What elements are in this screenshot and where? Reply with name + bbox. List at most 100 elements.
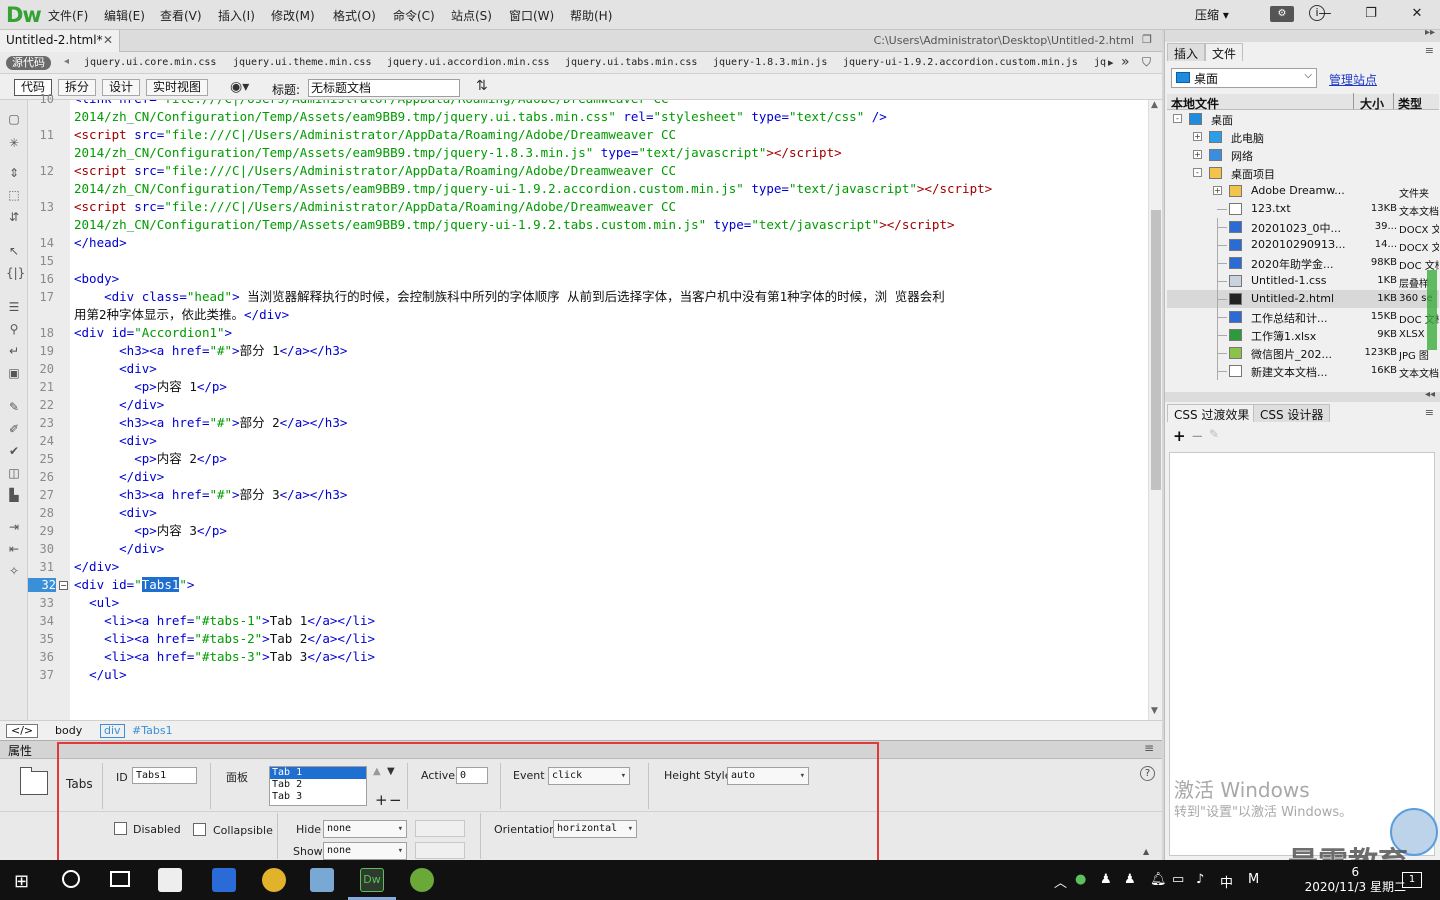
remove-transition-icon[interactable]: − [1191, 427, 1204, 445]
file-tree-scrollbar[interactable] [1427, 270, 1437, 350]
ime-mode-indicator[interactable]: M [1248, 872, 1259, 887]
menu-item[interactable]: 格式(O) [333, 7, 376, 24]
code-vertical-scrollbar[interactable]: ▲ ▼ [1148, 100, 1162, 720]
code-line[interactable]: 用第2种字体显示，依此类推。</div> [74, 306, 289, 324]
code-editor[interactable]: <link href="file:///C|/Users/Administrat… [70, 100, 1148, 720]
menu-item[interactable]: 帮助(H) [570, 7, 612, 24]
start-icon[interactable]: ⊞ [14, 871, 29, 892]
file-transfer-icon[interactable]: ⇅ [476, 78, 488, 94]
file-tree-row[interactable]: + 网络 [1167, 146, 1439, 164]
expand-all-icon[interactable]: ⇵ [6, 210, 22, 224]
collapse-selection-icon[interactable]: ⬚ [6, 188, 22, 202]
split-view-button[interactable]: 拆分 [58, 79, 97, 96]
file-tree-row[interactable]: - 桌面项目 [1167, 164, 1439, 182]
collapse-panel-icon[interactable]: ▲ [1143, 847, 1149, 856]
file-tree-row[interactable]: 工作总结和计...15KBDOC 文档 [1167, 308, 1439, 326]
breadcrumb-tabs1[interactable]: #Tabs1 [132, 724, 173, 737]
menu-item[interactable]: 窗口(W) [509, 7, 554, 24]
code-line[interactable]: <li><a href="#tabs-1">Tab 1</a></li> [74, 612, 375, 630]
menu-item[interactable]: 站点(S) [451, 7, 492, 24]
sync-icon[interactable]: ⚙ [1270, 6, 1294, 22]
related-file-tab[interactable]: jq [1094, 57, 1106, 68]
file-tree-row[interactable]: 20201023_0中... 39... DOCX 文 [1167, 218, 1439, 236]
line-numbers-icon[interactable]: ☰ [6, 300, 22, 314]
menu-item[interactable]: 编辑(E) [104, 7, 145, 24]
recent-snippets-icon[interactable]: ◫ [6, 466, 22, 480]
syntax-error-icon[interactable]: ▣ [6, 366, 22, 380]
file-tree-row[interactable]: - 桌面 [1167, 110, 1439, 128]
related-file-tab[interactable]: jquery-1.8.3.min.js [713, 57, 827, 68]
code-tag-icon[interactable]: </> [6, 724, 39, 738]
scroll-right-icon[interactable]: ▸ [1108, 56, 1114, 69]
expand-toggle-icon[interactable]: - [1193, 168, 1202, 177]
breadcrumb-div[interactable]: div [100, 724, 125, 738]
code-line[interactable]: </head> [74, 234, 127, 252]
expand-toggle-icon[interactable]: + [1213, 186, 1222, 195]
related-file-tab[interactable]: jquery-ui-1.9.2.accordion.custom.min.js [843, 57, 1078, 68]
code-line[interactable]: <h3><a href="#">部分 1</a></h3> [74, 342, 347, 360]
notification-bell-icon[interactable]: 🔔︎ [1150, 872, 1167, 887]
code-line[interactable]: </div> [74, 540, 164, 558]
remove-comment-icon[interactable]: ✐ [6, 422, 22, 436]
word-wrap-icon[interactable]: ↵ [6, 344, 22, 358]
code-line[interactable]: <script src="file:///C|/Users/Administra… [74, 198, 676, 216]
menu-item[interactable]: 插入(I) [218, 7, 255, 24]
minimize-button[interactable]: — [1302, 0, 1348, 26]
code-line[interactable]: <script src="file:///C|/Users/Administra… [74, 126, 676, 144]
file-tree-row[interactable]: 123.txt 13KB 文本文档 [1167, 200, 1439, 218]
code-line[interactable]: </div> [74, 558, 119, 576]
code-line[interactable]: 2014/zh_CN/Configuration/Temp/Assets/eam… [74, 144, 842, 162]
breadcrumb-body[interactable]: body [55, 724, 82, 737]
qq2-icon[interactable]: ♟ [1124, 872, 1136, 887]
workspace-switcher[interactable]: 压缩 ▾ [1195, 6, 1229, 23]
file-tree-row[interactable]: 微信图片_202... 123KB JPG 图 [1167, 344, 1439, 362]
action-center-icon[interactable]: 1 [1402, 872, 1422, 888]
file-tree-row[interactable]: 工作簿1.xlsx 9KB XLSX [1167, 326, 1439, 344]
code-line[interactable]: <div> [74, 432, 157, 450]
restore-doc-icon[interactable]: ❐ [1142, 33, 1152, 46]
page-title-input[interactable]: 无标题文档 [308, 79, 460, 97]
related-file-tab[interactable]: jquery.ui.core.min.css [84, 57, 216, 68]
code-line[interactable]: </div> [74, 396, 164, 414]
notepad-icon[interactable] [310, 868, 334, 892]
indent-code-icon[interactable]: ⇥ [6, 520, 22, 534]
wechat-icon[interactable]: ● [1075, 872, 1086, 887]
code-line[interactable]: <div> [74, 504, 157, 522]
expand-toggle-icon[interactable]: - [1173, 114, 1182, 123]
panel-menu-icon[interactable]: ≡ [1425, 44, 1434, 57]
scrollbar-thumb[interactable] [1151, 210, 1161, 490]
close-button[interactable]: ✕ [1394, 0, 1440, 26]
select-parent-tag-icon[interactable]: ↖ [6, 244, 22, 258]
clock[interactable]: 6 2020/11/3 星期二 [1305, 865, 1406, 895]
file-tree-row[interactable]: Untitled-2.html 1KB 360 se [1167, 290, 1439, 308]
code-line[interactable]: <ul> [74, 594, 119, 612]
related-file-tab[interactable]: jquery.ui.accordion.min.css [387, 57, 550, 68]
file-tree-row[interactable]: 2020年助学金...98KBDOC 文档 [1167, 254, 1439, 272]
code-line[interactable]: <h3><a href="#">部分 2</a></h3> [74, 414, 347, 432]
add-transition-icon[interactable]: + [1173, 427, 1186, 445]
show-code-navigator-icon[interactable]: ✳ [6, 136, 22, 150]
more-files-icon[interactable]: » [1121, 54, 1130, 70]
design-view-button[interactable]: 设计 [102, 79, 141, 96]
source-code-badge[interactable]: 源代码 [6, 56, 51, 70]
code-line[interactable]: <p>内容 3</p> [74, 522, 227, 540]
panel-menu-icon[interactable]: ≡ [1425, 406, 1434, 419]
task-view-icon[interactable] [110, 871, 130, 887]
network-icon[interactable]: ▭ [1172, 872, 1184, 887]
balance-braces-icon[interactable]: {|} [6, 266, 25, 280]
ime-indicator[interactable]: 中 [1220, 872, 1233, 891]
outdent-code-icon[interactable]: ⇤ [6, 542, 22, 556]
show-hidden-icons[interactable]: ︿ [1054, 872, 1067, 891]
menu-item[interactable]: 修改(M) [271, 7, 315, 24]
search-icon[interactable] [62, 870, 80, 888]
expand-toggle-icon[interactable]: + [1193, 132, 1202, 141]
restore-button[interactable]: ❐ [1348, 0, 1394, 26]
apply-comment-icon[interactable]: ✎ [6, 400, 22, 414]
tab-css-designer[interactable]: CSS 设计器 [1253, 404, 1331, 422]
code-line[interactable]: <p>内容 2</p> [74, 450, 227, 468]
file-tree-row[interactable]: + Adobe Dreamw... 文件夹 [1167, 182, 1439, 200]
code-line[interactable]: <div id="Accordion1"> [74, 324, 232, 342]
scroll-left-icon[interactable]: ◂ [64, 56, 69, 67]
help-icon[interactable]: ? [1140, 766, 1155, 781]
volume-icon[interactable]: ♪ [1196, 872, 1204, 887]
